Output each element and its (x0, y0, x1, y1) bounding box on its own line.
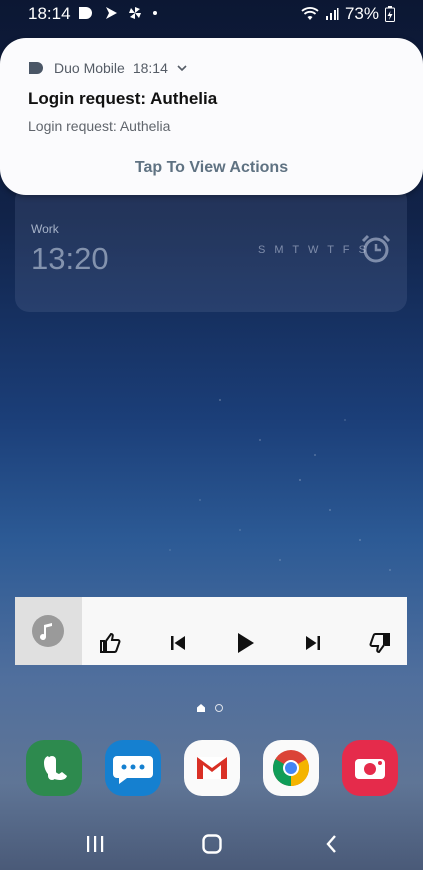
notification-body: Login request: Authelia (28, 118, 171, 134)
navigation-bar (0, 818, 423, 870)
notification-header: Duo Mobile 18:14 (28, 60, 188, 76)
dot-icon (153, 11, 157, 15)
thumbs-down-icon (369, 633, 390, 654)
notification-time: 18:14 (132, 60, 168, 76)
chrome-icon (272, 750, 310, 786)
status-left-icons (78, 6, 158, 20)
phone-app[interactable] (26, 740, 82, 796)
duo-app-icon (29, 62, 43, 74)
messages-icon (113, 756, 153, 784)
gmail-icon (197, 757, 227, 779)
wifi-icon (301, 7, 319, 20)
back-button[interactable] (314, 830, 350, 858)
status-right-icons: 73% (301, 4, 395, 24)
play-button[interactable] (230, 628, 260, 658)
previous-button[interactable] (163, 628, 193, 658)
camera-icon (355, 759, 385, 779)
page-indicator (197, 704, 223, 712)
camera-app[interactable] (342, 740, 398, 796)
notification-app-name: Duo Mobile (54, 60, 125, 76)
home-button[interactable] (194, 830, 230, 858)
next-button[interactable] (298, 628, 328, 658)
back-icon (326, 835, 336, 853)
navigation-icon (106, 7, 117, 19)
phone-icon (44, 756, 67, 780)
alarm-days: S M T W T F S (258, 244, 369, 256)
alarm-widget[interactable]: Work 13:20 S M T W T F S (15, 186, 407, 312)
notification-title: Login request: Authelia (28, 89, 218, 108)
play-icon (238, 633, 254, 653)
thumbs-up-button[interactable] (95, 628, 125, 658)
page-dot (215, 704, 223, 712)
thumbs-down-button[interactable] (365, 628, 395, 658)
chrome-app[interactable] (263, 740, 319, 796)
recents-button[interactable] (77, 830, 113, 858)
home-page-icon (197, 704, 205, 712)
messages-app[interactable] (105, 740, 161, 796)
previous-icon (170, 636, 185, 650)
duo-notification[interactable]: Duo Mobile 18:14 Login request: Authelia… (0, 38, 423, 195)
signal-icon (325, 8, 339, 20)
duo-icon (79, 7, 92, 19)
album-art[interactable] (15, 597, 82, 665)
music-widget (15, 597, 407, 665)
alarm-time: 13:20 (31, 241, 109, 276)
alarm-label: Work (31, 222, 59, 236)
music-note-icon (40, 623, 52, 641)
music-controls (95, 625, 395, 661)
app-dock (26, 740, 398, 796)
battery-icon (385, 6, 395, 22)
next-icon (305, 636, 320, 650)
tap-to-view-actions-button[interactable]: Tap To View Actions (0, 159, 423, 177)
status-bar: 18:14 73% (0, 0, 423, 28)
pinwheel-icon (129, 7, 141, 19)
battery-percent: 73% (344, 4, 379, 23)
thumbs-up-icon (100, 632, 121, 653)
wallpaper-stars (0, 360, 423, 620)
home-icon (202, 834, 222, 854)
alarm-clock-icon (361, 234, 391, 263)
status-time: 18:14 (28, 4, 71, 23)
chevron-down-icon[interactable] (176, 62, 188, 74)
gmail-app[interactable] (184, 740, 240, 796)
recents-icon (87, 836, 104, 852)
